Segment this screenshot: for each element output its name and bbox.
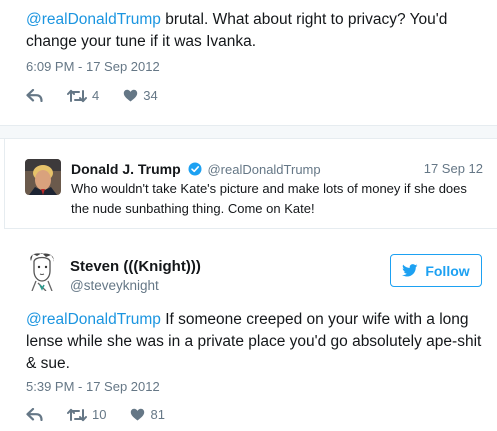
like-count: 81 [150, 407, 165, 422]
like-icon [124, 89, 138, 102]
retweet-count: 4 [92, 88, 100, 103]
author-name[interactable]: Steven (((Knight))) [70, 258, 201, 275]
tweet-timestamp[interactable]: 6:09 PM - 17 Sep 2012 [26, 59, 160, 74]
quoted-date[interactable]: 17 Sep 12 [424, 161, 483, 176]
tweet-card-2: Donald J. Trump @realDonaldTrump 17 Sep … [0, 139, 497, 431]
quoted-tweet[interactable]: Donald J. Trump @realDonaldTrump 17 Sep … [4, 139, 497, 229]
like-button[interactable]: 34 [123, 88, 158, 103]
tweet-timestamp[interactable]: 5:39 PM - 17 Sep 2012 [26, 379, 160, 394]
avatar[interactable] [24, 251, 60, 292]
like-icon [131, 408, 145, 421]
author-handle[interactable]: @steveyknight [70, 278, 159, 293]
quoted-author: Donald J. Trump @realDonaldTrump [71, 161, 321, 177]
retweet-icon [67, 408, 87, 421]
tweet-card-1: @realDonaldTrump brutal. What about righ… [0, 0, 497, 125]
follow-button[interactable]: Follow [390, 254, 482, 287]
like-button[interactable]: 81 [130, 407, 165, 422]
follow-label: Follow [425, 262, 470, 279]
avatar-image [25, 159, 61, 195]
tweet-actions: 4 34 [26, 88, 182, 103]
twitter-bird-icon [402, 264, 418, 277]
retweet-button[interactable]: 10 [67, 407, 106, 422]
quoted-author-name[interactable]: Donald J. Trump [71, 161, 181, 177]
reply-button[interactable] [26, 408, 43, 421]
verified-icon [188, 162, 202, 176]
avatar[interactable] [25, 159, 61, 195]
retweet-icon [67, 89, 87, 102]
like-count: 34 [143, 88, 158, 103]
avatar-image [30, 253, 54, 292]
reply-button[interactable] [26, 89, 43, 102]
mention-link[interactable]: @realDonaldTrump [26, 311, 161, 328]
tweet-actions: 10 81 [26, 407, 189, 422]
reply-icon [26, 89, 43, 102]
retweet-button[interactable]: 4 [67, 88, 99, 103]
tweet-text: @realDonaldTrump brutal. What about righ… [26, 9, 476, 53]
reply-icon [26, 408, 43, 421]
retweet-count: 10 [92, 407, 107, 422]
mention-link[interactable]: @realDonaldTrump [26, 11, 161, 28]
quoted-text: Who wouldn't take Kate's picture and mak… [71, 181, 467, 216]
quoted-author-handle[interactable]: @realDonaldTrump [207, 162, 320, 177]
tweet-text: @realDonaldTrump If someone creeped on y… [26, 309, 484, 375]
tweet-separator [0, 125, 497, 139]
